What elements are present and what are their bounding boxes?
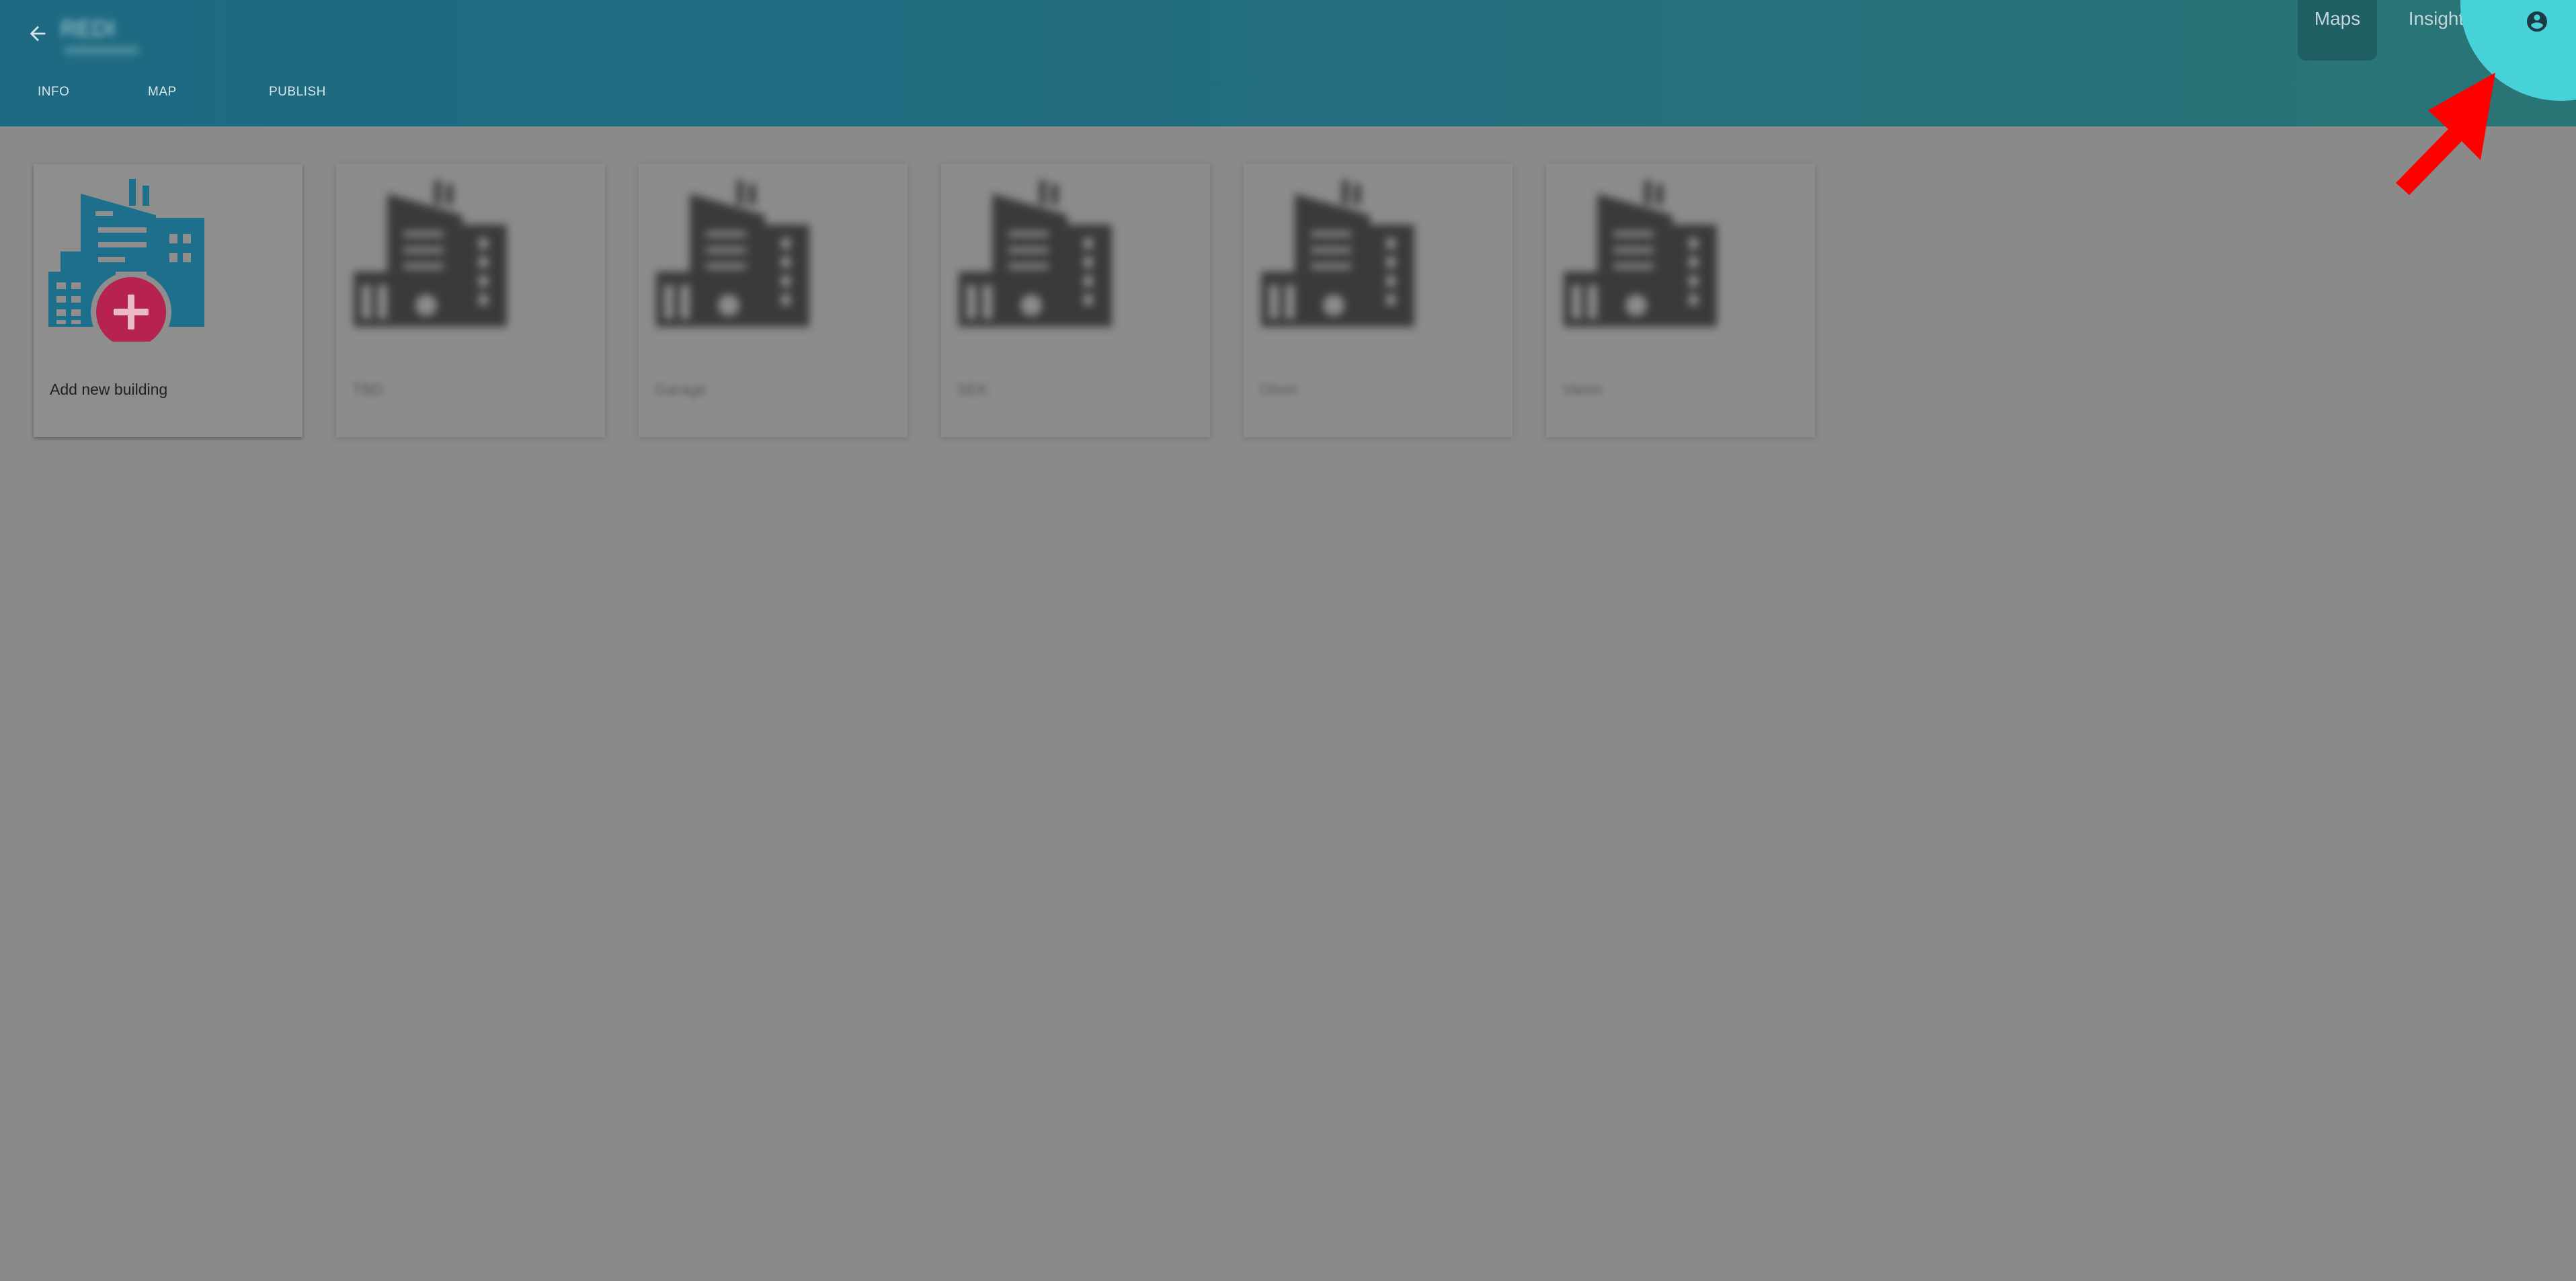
project-title: REDI xyxy=(61,16,116,42)
pointer-arrow-icon xyxy=(2396,73,2495,195)
building-icon xyxy=(959,180,1112,327)
back-button[interactable] xyxy=(24,20,51,47)
section-tabs: INFO MAP PUBLISH xyxy=(24,85,403,100)
app-header: REDI INFO MAP PUBLISH Maps Insights xyxy=(0,0,2576,126)
building-card-label: TBD xyxy=(352,381,383,398)
add-building-card[interactable]: Add new building xyxy=(34,164,303,437)
top-tab-maps[interactable]: Maps xyxy=(2298,0,2377,61)
project-subtitle-blurred xyxy=(65,47,138,54)
building-icon xyxy=(1261,180,1414,327)
arrow-left-icon xyxy=(30,26,46,42)
building-icon xyxy=(656,180,809,327)
building-icon xyxy=(1564,180,1717,327)
building-card[interactable]: Garage xyxy=(639,164,908,437)
add-building-label: Add new building xyxy=(50,381,168,398)
building-card-label: Varen xyxy=(1562,381,1603,398)
tab-info[interactable]: INFO xyxy=(24,85,148,100)
building-add-icon xyxy=(48,179,204,342)
building-card-label: SEK xyxy=(957,381,989,398)
building-icon xyxy=(354,180,507,327)
building-card[interactable]: Varen xyxy=(1546,164,1815,437)
building-card[interactable]: SEK xyxy=(941,164,1210,437)
building-card-label: Ghon xyxy=(1260,381,1298,398)
building-card-label: Garage xyxy=(655,381,707,398)
tab-publish[interactable]: PUBLISH xyxy=(269,85,403,100)
building-cards: Add new building TBD Garage SEK Ghon Var… xyxy=(34,164,1849,437)
tab-map[interactable]: MAP xyxy=(148,85,269,100)
building-card[interactable]: Ghon xyxy=(1244,164,1513,437)
account-circle-icon[interactable] xyxy=(2525,9,2549,34)
building-card[interactable]: TBD xyxy=(336,164,605,437)
